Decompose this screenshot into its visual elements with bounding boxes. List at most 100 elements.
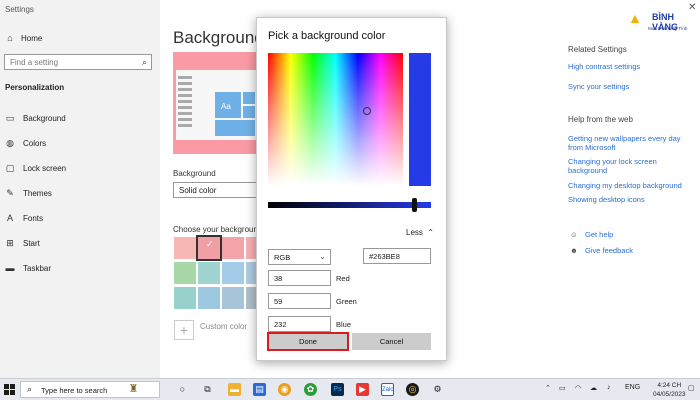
blue-input[interactable]: 232 xyxy=(268,316,331,332)
hex-input[interactable]: #263BE8 xyxy=(363,248,431,264)
chevron-up-icon[interactable]: ⌃ xyxy=(545,384,551,392)
less-label: Less xyxy=(406,228,423,237)
wifi-icon[interactable]: ◠ xyxy=(575,384,581,392)
network-icon[interactable]: ▭ xyxy=(559,384,566,392)
store-icon[interactable]: ▤ xyxy=(253,383,266,396)
preview-tile xyxy=(215,120,255,136)
zalo-icon[interactable]: Zalo xyxy=(381,383,394,396)
logo-tagline: Mua tin là Máy Tính xyxy=(648,26,688,31)
color-swatch[interactable] xyxy=(222,237,244,259)
nav-item-background[interactable]: ▭ Background xyxy=(5,113,66,123)
high-contrast-link[interactable]: High contrast settings xyxy=(568,62,640,71)
color-swatch[interactable] xyxy=(174,262,196,284)
system-clock[interactable]: 4:24 CH 04/05/2023 xyxy=(653,381,686,399)
window-title: Settings xyxy=(5,5,34,14)
dialog-title: Pick a background color xyxy=(268,30,386,42)
input-language[interactable]: ENG xyxy=(625,384,640,391)
taskbar-icon: ▬ xyxy=(5,263,15,273)
spectrum-cursor[interactable] xyxy=(363,107,371,115)
color-mode-value: RGB xyxy=(274,253,291,262)
task-view-icon[interactable]: ⧉ xyxy=(201,383,214,396)
zalo-app-icon[interactable]: ✿ xyxy=(304,383,317,396)
help-link-lock-screen-cont[interactable]: background xyxy=(568,166,607,175)
help-heading: Help from the web xyxy=(568,115,633,124)
preview-tile xyxy=(243,92,255,104)
search-highlight-icon[interactable]: ♜ xyxy=(127,383,140,396)
nav-item-label: Themes xyxy=(23,188,52,198)
feedback-icon: ☻ xyxy=(570,246,578,255)
volume-icon[interactable]: ♪ xyxy=(607,384,611,391)
palette-icon: ◍ xyxy=(6,138,14,148)
nav-item-label: Colors xyxy=(23,138,47,148)
give-feedback-link[interactable]: Give feedback xyxy=(585,246,633,255)
color-swatch[interactable] xyxy=(174,237,196,259)
brightness-slider[interactable] xyxy=(268,202,431,208)
find-setting-placeholder: Find a setting xyxy=(10,58,59,67)
nav-item-fonts[interactable]: A Fonts xyxy=(5,213,43,223)
nav-item-label: Start xyxy=(23,238,40,248)
red-input[interactable]: 38 xyxy=(268,270,331,286)
brightness-slider-thumb[interactable] xyxy=(412,198,417,212)
add-custom-color-button[interactable]: + xyxy=(174,320,194,340)
help-link-lock-screen[interactable]: Changing your lock screen xyxy=(568,157,657,166)
selected-color-preview xyxy=(409,53,431,186)
settings-nav: Settings ⌂ Home Find a setting ⌕ Persona… xyxy=(0,0,160,378)
get-help-link[interactable]: Get help xyxy=(585,230,613,239)
start-icon: ⊞ xyxy=(6,238,14,248)
nav-item-label: Background xyxy=(23,113,66,123)
help-link-wallpapers-cont[interactable]: from Microsoft xyxy=(568,143,616,152)
less-toggle[interactable]: Less ⌃ xyxy=(406,228,434,237)
done-button[interactable]: Done xyxy=(267,332,349,351)
cloud-icon[interactable]: ☁ xyxy=(590,384,597,392)
color-swatch[interactable] xyxy=(222,262,244,284)
nav-item-colors[interactable]: ◍ Colors xyxy=(5,138,46,148)
help-link-wallpapers[interactable]: Getting new wallpapers every day xyxy=(568,134,681,143)
nav-item-taskbar[interactable]: ▬ Taskbar xyxy=(5,263,52,273)
color-swatch[interactable] xyxy=(222,287,244,309)
color-swatch[interactable] xyxy=(174,287,196,309)
nav-item-start[interactable]: ⊞ Start xyxy=(5,238,40,248)
help-link-desktop-icons[interactable]: Showing desktop icons xyxy=(568,195,645,204)
fonts-icon: A xyxy=(6,213,13,223)
related-settings-heading: Related Settings xyxy=(568,45,627,54)
choose-background-label: Choose your background xyxy=(173,225,263,234)
sync-settings-link[interactable]: Sync your settings xyxy=(568,82,629,91)
green-label: Green xyxy=(336,297,357,306)
nav-home[interactable]: ⌂ Home xyxy=(5,33,42,43)
tool-app-icon[interactable]: ◎ xyxy=(406,383,419,396)
chevron-down-icon: ⌄ xyxy=(319,252,326,261)
color-mode-select[interactable]: RGB ⌄ xyxy=(268,249,331,265)
find-setting-input[interactable]: Find a setting ⌕ xyxy=(4,54,152,70)
preview-sidebar xyxy=(176,73,194,137)
nav-item-lock-screen[interactable]: ▢ Lock screen xyxy=(5,163,66,173)
color-swatch[interactable]: ✓ xyxy=(196,235,222,261)
taskbar: ⌕ Type here to search ♜ ○ ⧉ ▬ ▤ ◉ ✿ Ps ▶… xyxy=(0,378,700,400)
clock-date: 04/05/2023 xyxy=(653,391,686,398)
checkmark-icon: ✓ xyxy=(206,239,214,249)
notification-icon[interactable]: ▢ xyxy=(688,384,695,392)
get-help-icon: ☺ xyxy=(570,230,578,239)
color-swatch[interactable] xyxy=(198,287,220,309)
color-swatch[interactable] xyxy=(198,262,220,284)
close-icon[interactable]: ✕ xyxy=(688,2,696,13)
windows-start-icon[interactable] xyxy=(4,384,15,395)
cancel-button[interactable]: Cancel xyxy=(352,333,431,350)
custom-color-label[interactable]: Custom color xyxy=(200,322,247,331)
help-link-desktop-bg[interactable]: Changing my desktop background xyxy=(568,181,682,190)
background-type-dropdown[interactable]: Solid color xyxy=(173,182,257,198)
settings-gear-icon[interactable]: ⚙ xyxy=(431,383,444,396)
green-input[interactable]: 59 xyxy=(268,293,331,309)
chrome-icon[interactable]: ◉ xyxy=(278,383,291,396)
home-icon: ⌂ xyxy=(7,33,13,43)
color-spectrum[interactable] xyxy=(268,53,403,186)
media-app-icon[interactable]: ▶ xyxy=(356,383,369,396)
picture-icon: ▭ xyxy=(5,113,15,123)
background-label: Background xyxy=(173,169,216,178)
red-label: Red xyxy=(336,274,350,283)
logo-mark-icon: ▲ xyxy=(628,10,642,26)
cortana-icon[interactable]: ○ xyxy=(176,383,189,396)
photoshop-icon[interactable]: Ps xyxy=(331,383,344,396)
nav-item-themes[interactable]: ✎ Themes xyxy=(5,188,52,198)
taskbar-search-placeholder: Type here to search xyxy=(41,386,108,395)
file-explorer-icon[interactable]: ▬ xyxy=(228,383,241,396)
